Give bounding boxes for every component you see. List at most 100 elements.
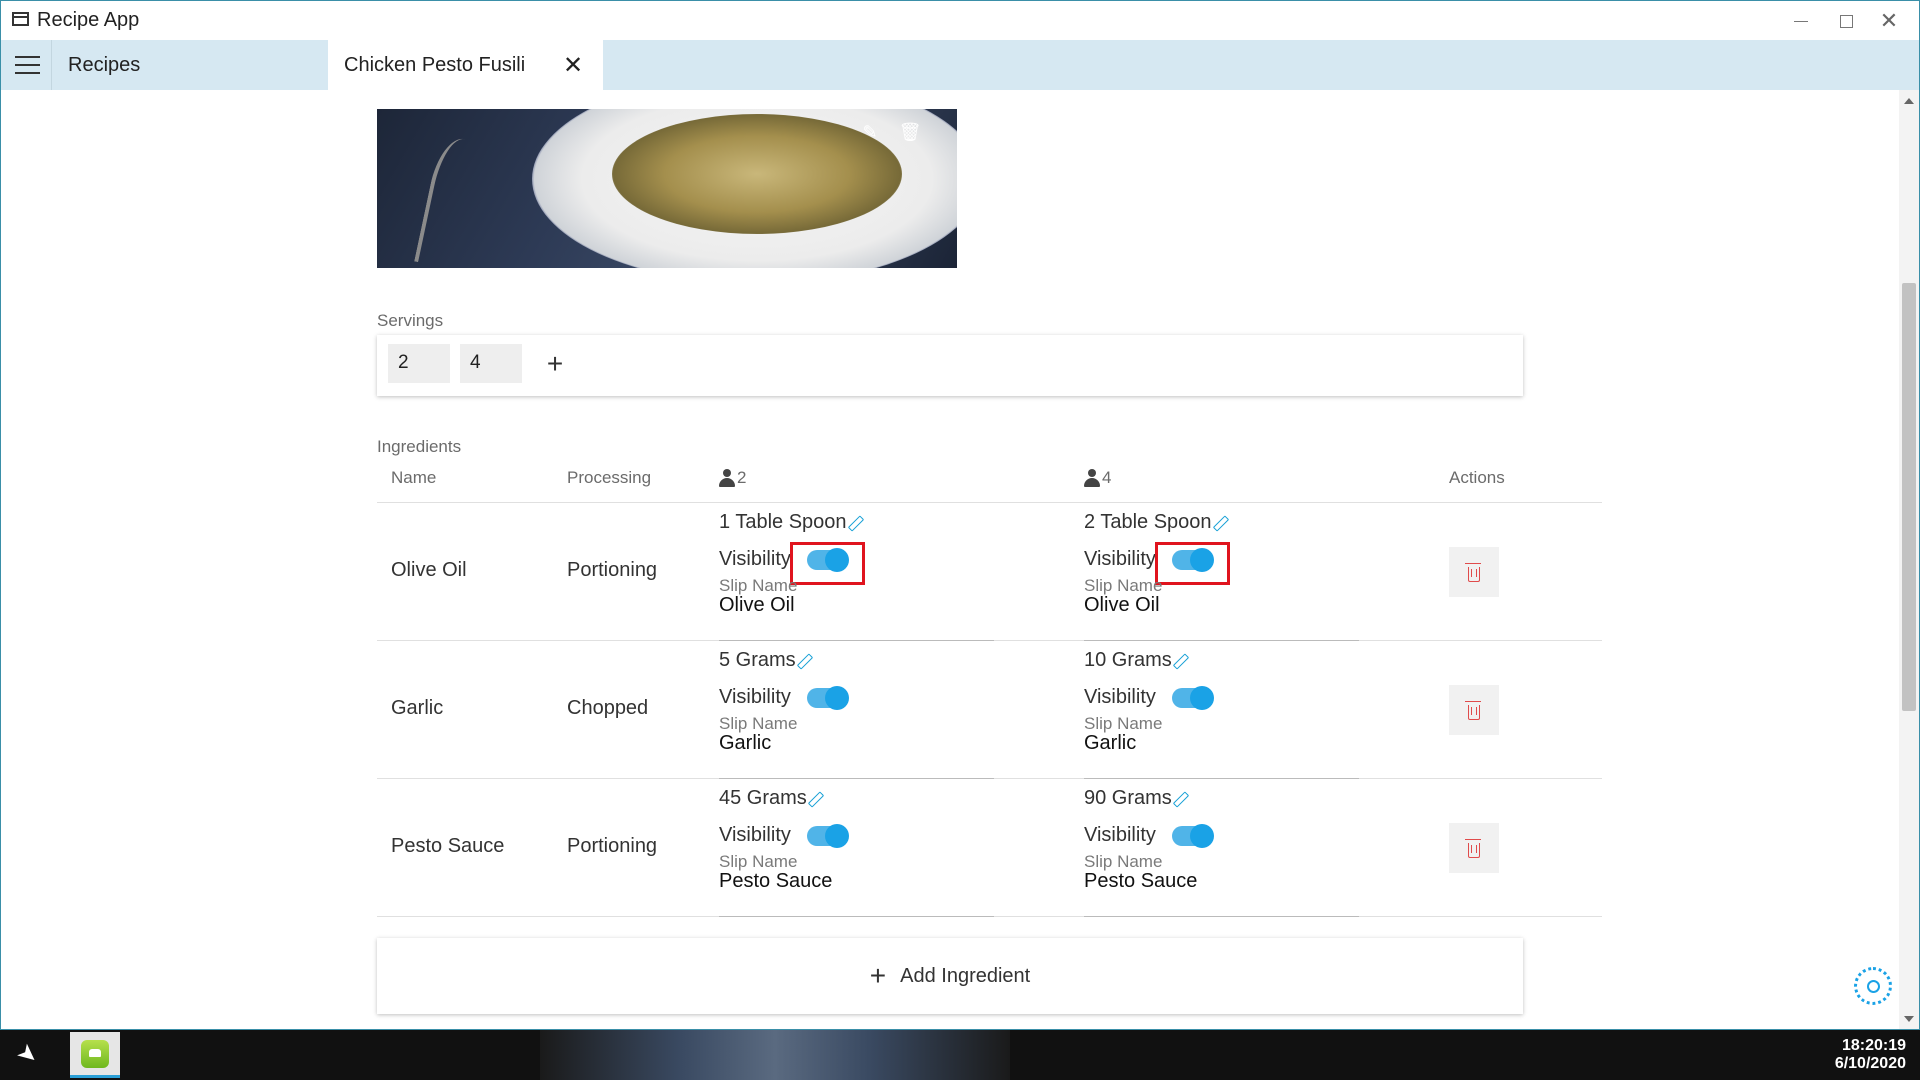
serving-2-cell: 5 Grams Visibility Slip Name Garlic — [719, 649, 994, 779]
delete-ingredient-button[interactable] — [1449, 547, 1499, 597]
amount-edit[interactable]: 90 Grams — [1084, 787, 1187, 810]
person-icon — [719, 469, 735, 487]
serving-2-cell: 1 Table Spoon Visibility Slip Name Olive… — [719, 511, 994, 641]
amount-edit[interactable]: 1 Table Spoon — [719, 511, 862, 534]
ingredient-name: Pesto Sauce — [391, 835, 505, 857]
ingredient-processing: Portioning — [567, 559, 658, 581]
add-ingredient-label: Add Ingredient — [900, 964, 1031, 987]
serving-chip-4[interactable]: 4 — [460, 344, 522, 383]
recipe-image: ✎ 🗑 — [377, 109, 957, 268]
slip-name-label: Slip Name — [719, 714, 798, 733]
table-row: Pesto Sauce Portioning 45 Grams Visibili… — [377, 779, 1602, 917]
clock-time: 18:20:19 — [1841, 1037, 1906, 1054]
pencil-icon[interactable] — [1173, 654, 1187, 668]
visibility-toggle[interactable] — [1172, 686, 1214, 710]
serving-4-cell: 2 Table Spoon Visibility Slip Name Olive… — [1084, 511, 1359, 641]
minimize-button[interactable] — [1783, 7, 1819, 35]
pencil-icon[interactable] — [797, 654, 811, 668]
taskbar-recipe-app-icon[interactable] — [70, 1032, 120, 1078]
slip-name-label: Slip Name — [1084, 852, 1163, 871]
slip-name-label: Slip Name — [719, 576, 798, 595]
plate-graphic — [532, 109, 957, 268]
slip-name-input[interactable]: Olive Oil — [1084, 594, 1160, 617]
serving-4-cell: 10 Grams Visibility Slip Name Garlic — [1084, 649, 1359, 779]
header-name: Name — [391, 468, 437, 487]
rocket-launcher-icon[interactable]: ➤ — [8, 1034, 47, 1073]
vertical-scrollbar[interactable] — [1899, 90, 1919, 1029]
visibility-toggle[interactable] — [807, 686, 849, 710]
delete-ingredient-button[interactable] — [1449, 823, 1499, 873]
wallpaper-strip — [540, 1030, 1010, 1080]
fork-graphic — [414, 134, 500, 268]
scroll-down-icon[interactable] — [1904, 1016, 1914, 1022]
add-serving-button[interactable]: + — [537, 344, 573, 383]
delete-image-icon[interactable]: 🗑 — [899, 121, 922, 143]
pencil-icon[interactable] — [1173, 792, 1187, 806]
slip-name-input[interactable]: Garlic — [719, 732, 771, 755]
highlight-box — [1155, 542, 1230, 585]
close-window-button[interactable]: ✕ — [1871, 7, 1907, 35]
visibility-label: Visibility — [1084, 548, 1156, 570]
slip-name-input[interactable]: Pesto Sauce — [1084, 870, 1197, 893]
slip-name-input[interactable]: Olive Oil — [719, 594, 795, 617]
edit-image-icon[interactable]: ✎ — [859, 121, 881, 143]
servings-card: 2 4 + — [377, 335, 1523, 396]
table-header: Name Processing 2 4 Actions — [377, 457, 1602, 503]
serving-chip-2[interactable]: 2 — [388, 344, 450, 383]
tab-chicken-pesto-fusili[interactable]: Chicken Pesto Fusili ✕ — [328, 40, 603, 90]
slip-name-label: Slip Name — [719, 852, 798, 871]
visibility-label: Visibility — [1084, 824, 1156, 846]
serving-4-cell: 90 Grams Visibility Slip Name Pesto Sauc… — [1084, 787, 1359, 917]
ingredients-label: Ingredients — [377, 437, 462, 456]
visibility-label: Visibility — [1084, 686, 1156, 708]
scroll-up-icon[interactable] — [1904, 98, 1914, 104]
close-tab-icon[interactable]: ✕ — [559, 50, 587, 80]
highlight-box — [790, 542, 865, 585]
recipe-content: ✎ 🗑 Servings 2 4 + Ingredients Name Proc… — [377, 90, 1602, 1029]
slip-name-label: Slip Name — [1084, 576, 1163, 595]
ingredient-name: Olive Oil — [391, 559, 467, 581]
title-bar: Recipe App ✕ — [1, 1, 1919, 40]
ingredient-processing: Portioning — [567, 835, 658, 857]
plus-icon: + — [869, 960, 887, 991]
table-row: Garlic Chopped 5 Grams Visibility Slip N… — [377, 641, 1602, 779]
slip-name-input[interactable]: Pesto Sauce — [719, 870, 832, 893]
person-icon — [1084, 469, 1100, 487]
tab-bar: Recipes Chicken Pesto Fusili ✕ — [1, 40, 1919, 90]
amount-edit[interactable]: 10 Grams — [1084, 649, 1187, 672]
servings-label: Servings — [377, 311, 444, 330]
tab-recipes[interactable]: Recipes — [52, 40, 328, 90]
delete-ingredient-button[interactable] — [1449, 685, 1499, 735]
slip-name-input[interactable]: Garlic — [1084, 732, 1136, 755]
maximize-button[interactable] — [1828, 7, 1864, 35]
tab-label: Chicken Pesto Fusili — [344, 53, 526, 76]
amount-edit[interactable]: 45 Grams — [719, 787, 822, 810]
visibility-label: Visibility — [719, 686, 791, 708]
amount-edit[interactable]: 2 Table Spoon — [1084, 511, 1227, 534]
serving-2-cell: 45 Grams Visibility Slip Name Pesto Sauc… — [719, 787, 994, 917]
scroll-thumb[interactable] — [1902, 283, 1916, 711]
visibility-toggle[interactable] — [807, 824, 849, 848]
system-clock: 18:20:19 6/10/2020 — [1835, 1037, 1906, 1073]
visibility-toggle[interactable] — [1172, 824, 1214, 848]
settings-gear-icon[interactable] — [1854, 967, 1892, 1005]
visibility-label: Visibility — [719, 824, 791, 846]
hamburger-menu-icon[interactable] — [1, 40, 52, 90]
ingredient-name: Garlic — [391, 697, 444, 719]
ingredients-table: Name Processing 2 4 Actions Olive Oil Po… — [377, 457, 1602, 917]
table-row: Olive Oil Portioning 1 Table Spoon Visib… — [377, 503, 1602, 641]
header-serving-2: 2 — [719, 468, 746, 488]
ingredient-processing: Chopped — [567, 697, 649, 719]
add-ingredient-button[interactable]: + Add Ingredient — [377, 938, 1523, 1014]
pencil-icon[interactable] — [808, 792, 822, 806]
pencil-icon[interactable] — [1213, 516, 1227, 530]
amount-edit[interactable]: 5 Grams — [719, 649, 811, 672]
header-actions: Actions — [1449, 468, 1505, 487]
pencil-icon[interactable] — [848, 516, 862, 530]
header-processing: Processing — [567, 468, 652, 487]
slip-name-label: Slip Name — [1084, 714, 1163, 733]
app-window: Recipe App ✕ Recipes Chicken Pesto Fusil… — [0, 0, 1920, 1030]
trash-icon — [1465, 838, 1481, 858]
window-title: Recipe App — [37, 9, 140, 31]
trash-icon — [1465, 562, 1481, 582]
